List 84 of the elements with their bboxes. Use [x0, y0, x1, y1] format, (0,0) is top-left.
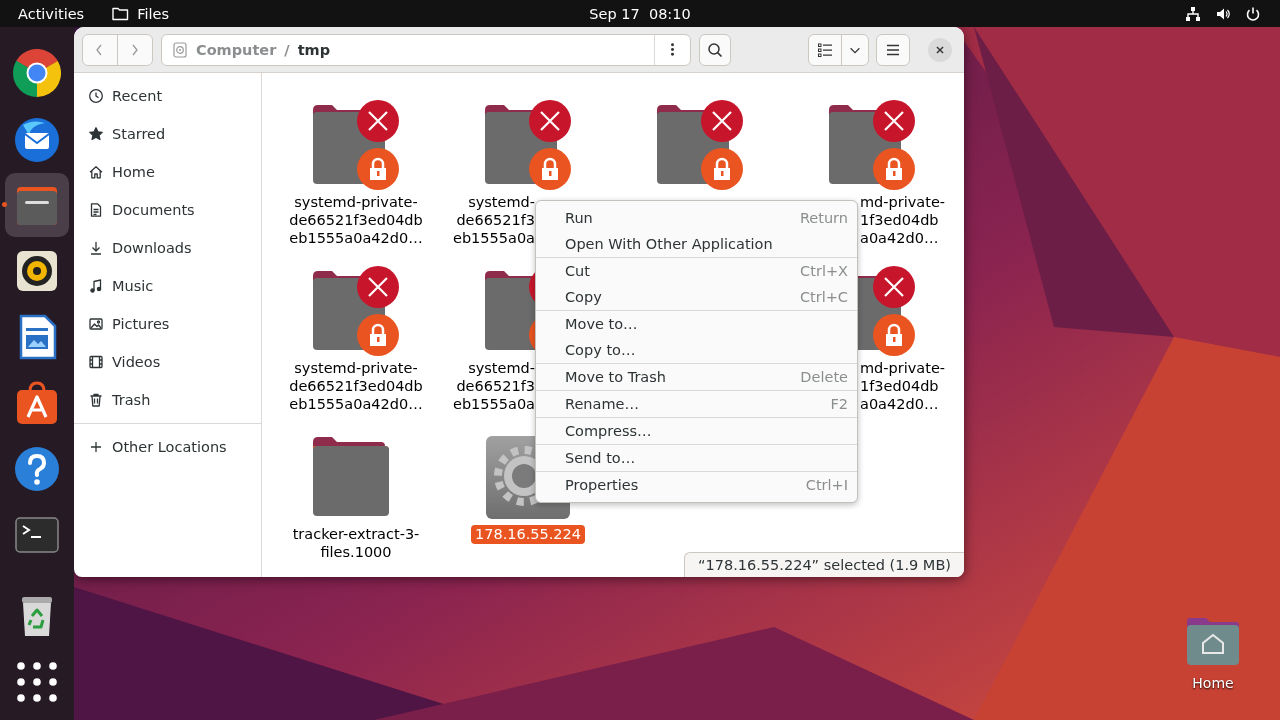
running-indicator [2, 202, 7, 207]
trash-icon [88, 392, 104, 408]
shortcut-hint: F2 [830, 396, 848, 412]
sidebar-item[interactable]: Pictures [74, 305, 261, 343]
kebab-menu-icon [671, 43, 674, 56]
home-icon [88, 164, 104, 180]
file-name[interactable]: md-private- 1f3ed04db a0a42d0… [860, 359, 946, 413]
star-icon [88, 126, 104, 142]
menu-item-label: Move to… [565, 316, 638, 332]
menu-item[interactable]: Move to Trash Delete [536, 364, 857, 390]
search-button[interactable] [699, 33, 731, 66]
picture-icon [88, 316, 104, 332]
file-name[interactable]: md-private- 1f3ed04db a0a42d0… [860, 193, 946, 247]
file-name[interactable]: systemd- de66521f3 eb1555a0a [452, 359, 535, 413]
locked-folder-icon[interactable] [312, 100, 400, 190]
shortcut-hint: Delete [800, 369, 848, 385]
sidebar-item[interactable]: Documents [74, 191, 261, 229]
shortcut-hint: Ctrl+I [805, 477, 848, 493]
home-folder-icon [1185, 617, 1241, 667]
file-name[interactable]: systemd-private- de66521f3ed04db eb1555a0a42d0… [289, 359, 423, 413]
document-icon [88, 202, 104, 218]
sidebar-item[interactable]: Videos [74, 343, 261, 381]
path-segment[interactable]: tmp [297, 41, 331, 58]
menu-item-label: Copy to… [565, 342, 636, 358]
menu-item-label: Send to… [565, 450, 636, 466]
close-button[interactable] [928, 37, 952, 62]
search-icon [707, 41, 723, 58]
menu-item-label: Compress… [565, 423, 652, 439]
shortcut-hint: Ctrl+X [800, 263, 848, 279]
path-bar[interactable]: Computer / tmp [161, 33, 691, 66]
drive-icon [172, 41, 188, 58]
plus-icon [88, 439, 104, 455]
menu-item-label: Open With Other Application [565, 236, 773, 252]
file-name[interactable]: 178.16.55.224 [470, 525, 586, 544]
download-icon [88, 240, 104, 256]
main-menu-button[interactable] [876, 33, 910, 66]
sidebar-item[interactable]: Starred [74, 115, 261, 153]
network-icon [1185, 5, 1201, 22]
menu-item[interactable]: Copy Ctrl+C [536, 284, 857, 310]
menu-item-label: Rename… [565, 396, 639, 412]
locked-folder-icon[interactable] [828, 100, 916, 190]
locked-folder-icon[interactable] [484, 100, 572, 190]
menu-item[interactable]: Run Return [536, 205, 857, 231]
film-icon [88, 354, 104, 370]
menu-item[interactable]: Move to… [536, 311, 857, 337]
menu-item[interactable]: Send to… [536, 445, 857, 471]
menu-item[interactable]: Copy to… [536, 337, 857, 363]
folder-icon [112, 6, 130, 21]
file-name[interactable]: tracker-extract-3- files.1000 [292, 525, 420, 561]
sidebar-item[interactable]: Downloads [74, 229, 261, 267]
menu-item-label: Copy [565, 289, 602, 305]
menu-item-label: Properties [565, 477, 639, 493]
app-menu-label[interactable]: Files [137, 5, 169, 22]
locked-folder-icon[interactable] [312, 266, 400, 356]
path-separator: / [284, 41, 290, 58]
sidebar-item[interactable]: Music [74, 267, 261, 305]
sidebar-item[interactable]: Other Locations [74, 428, 261, 466]
menu-item-label: Run [565, 210, 593, 226]
desktop-icon-label[interactable]: Home [1192, 675, 1234, 691]
clock[interactable]: Sep 17 08:10 [589, 5, 691, 22]
music-note-icon [88, 278, 104, 294]
menu-item[interactable]: Compress… [536, 418, 857, 444]
menu-item-label: Move to Trash [565, 369, 666, 385]
locked-folder-icon[interactable] [656, 100, 744, 190]
activities-button[interactable]: Activities [18, 5, 85, 22]
status-overlay: “178.16.55.224” selected (1.9 MB) [684, 552, 964, 577]
menu-item-label: Cut [565, 263, 590, 279]
shortcut-hint: Ctrl+C [799, 289, 848, 305]
browser-icon[interactable] [13, 49, 61, 97]
shortcut-hint: Return [799, 210, 848, 226]
clock-icon [88, 88, 104, 104]
menu-item[interactable]: Properties Ctrl+I [536, 472, 857, 498]
sidebar-item[interactable]: Recent [74, 77, 261, 115]
menu-item[interactable]: Cut Ctrl+X [536, 258, 857, 284]
file-name[interactable]: systemd-private- de66521f3ed04db eb1555a0a42d0… [289, 193, 423, 247]
file-name[interactable]: systemd- de66521f3 eb1555a0a [452, 193, 535, 247]
list-icon [817, 41, 833, 58]
power-icon [1245, 5, 1261, 22]
help-icon[interactable] [13, 445, 61, 493]
mail-icon[interactable] [13, 115, 61, 163]
sidebar-item[interactable]: Trash [74, 381, 261, 419]
menu-item[interactable]: Rename… F2 [536, 391, 857, 417]
sidebar-item[interactable]: Home [74, 153, 261, 191]
menu-item[interactable]: Open With Other Application [536, 231, 857, 257]
